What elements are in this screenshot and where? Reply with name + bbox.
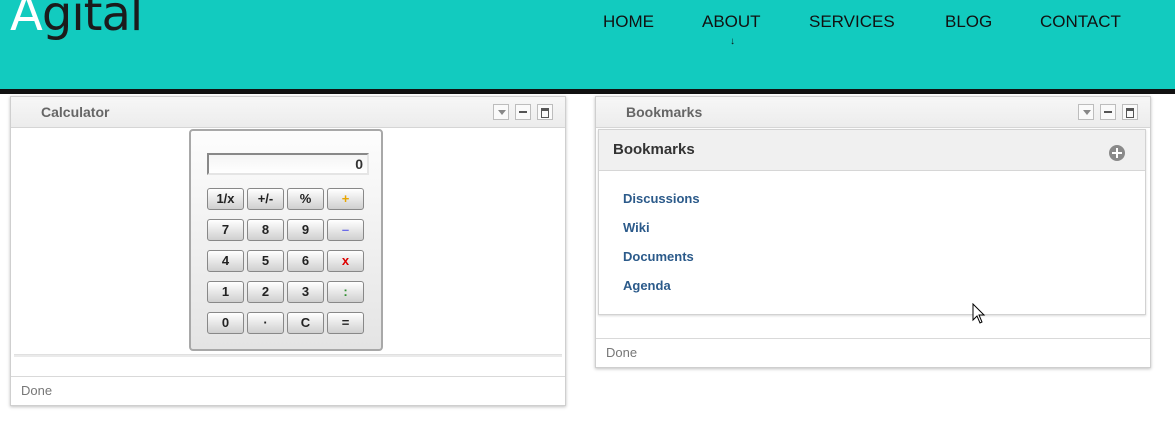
key-multiply[interactable]: x xyxy=(327,250,364,272)
bookmarks-panel-title: Bookmarks xyxy=(613,141,695,158)
bookmark-link-wiki[interactable]: Wiki xyxy=(623,220,650,235)
calculator-titlebar: Calculator xyxy=(11,97,565,128)
bookmark-link-documents[interactable]: Documents xyxy=(623,249,694,264)
calculator: 0 1/x +/- % + 7 8 9 – 4 5 6 x 1 2 3 : 0 … xyxy=(189,129,383,351)
bookmarks-titlebar: Bookmarks xyxy=(596,97,1150,128)
calculator-portlet: Calculator 0 1/x +/- % + 7 8 9 – 4 5 6 x… xyxy=(10,96,566,406)
key-decimal[interactable]: · xyxy=(247,312,284,334)
key-reciprocal[interactable]: 1/x xyxy=(207,188,244,210)
maximize-icon[interactable] xyxy=(1122,104,1138,120)
nav-home[interactable]: HOME xyxy=(603,12,654,32)
minimize-icon[interactable] xyxy=(1100,104,1116,120)
about-dropdown-arrow-icon[interactable]: ↓ xyxy=(730,36,735,47)
key-9[interactable]: 9 xyxy=(287,219,324,241)
add-bookmark-icon[interactable] xyxy=(1109,145,1125,161)
nav-about[interactable]: ABOUT xyxy=(702,12,761,32)
nav-contact[interactable]: CONTACT xyxy=(1040,12,1121,32)
key-4[interactable]: 4 xyxy=(207,250,244,272)
key-8[interactable]: 8 xyxy=(247,219,284,241)
key-percent[interactable]: % xyxy=(287,188,324,210)
bookmarks-panel: Bookmarks Discussions Wiki Documents Age… xyxy=(598,129,1146,315)
portlet-menu-icon[interactable] xyxy=(493,104,509,120)
key-6[interactable]: 6 xyxy=(287,250,324,272)
key-clear[interactable]: C xyxy=(287,312,324,334)
bookmarks-statusbar: Done xyxy=(596,338,1150,367)
key-7[interactable]: 7 xyxy=(207,219,244,241)
nav-blog[interactable]: BLOG xyxy=(945,12,992,32)
mouse-cursor-icon xyxy=(972,303,986,324)
bookmark-link-discussions[interactable]: Discussions xyxy=(623,191,700,206)
key-add[interactable]: + xyxy=(327,188,364,210)
key-equals[interactable]: = xyxy=(327,312,364,334)
bookmarks-status-text: Done xyxy=(606,345,638,360)
maximize-icon[interactable] xyxy=(537,104,553,120)
key-subtract[interactable]: – xyxy=(327,219,364,241)
key-0[interactable]: 0 xyxy=(207,312,244,334)
minimize-icon[interactable] xyxy=(515,104,531,120)
portlet-menu-icon[interactable] xyxy=(1078,104,1094,120)
key-2[interactable]: 2 xyxy=(247,281,284,303)
bookmarks-portlet-title: Bookmarks xyxy=(626,104,703,120)
main-nav: HOME ABOUT SERVICES BLOG CONTACT xyxy=(0,12,1175,42)
site-header: Agital HOME ABOUT SERVICES BLOG CONTACT … xyxy=(0,0,1175,94)
key-divide[interactable]: : xyxy=(327,281,364,303)
bookmark-link-agenda[interactable]: Agenda xyxy=(623,278,671,293)
calculator-statusbar: Done xyxy=(11,376,565,405)
calculator-status-text: Done xyxy=(21,383,53,398)
bookmarks-panel-header: Bookmarks xyxy=(599,130,1145,171)
content-divider xyxy=(14,354,562,357)
calculator-title: Calculator xyxy=(41,104,110,120)
key-1[interactable]: 1 xyxy=(207,281,244,303)
bookmarks-portlet: Bookmarks Bookmarks Discussions Wiki Doc… xyxy=(595,96,1151,368)
key-sign[interactable]: +/- xyxy=(247,188,284,210)
key-3[interactable]: 3 xyxy=(287,281,324,303)
key-5[interactable]: 5 xyxy=(247,250,284,272)
nav-services[interactable]: SERVICES xyxy=(809,12,895,32)
calculator-display: 0 xyxy=(207,153,369,175)
